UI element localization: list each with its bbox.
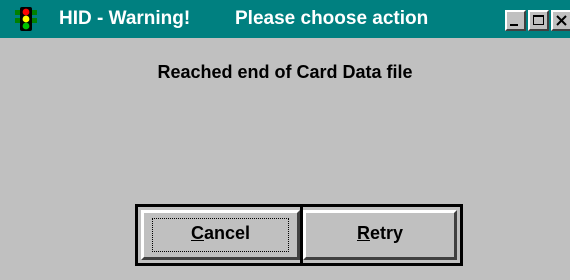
button-group-inner: Cancel Retry — [138, 207, 460, 263]
warning-dialog-window: HID - Warning! Please choose action Reac… — [0, 0, 570, 280]
maximize-icon — [533, 15, 544, 25]
minimize-icon — [510, 24, 518, 26]
close-button[interactable] — [551, 10, 570, 31]
cancel-button[interactable]: Cancel — [141, 210, 300, 260]
dialog-message: Reached end of Card Data file — [157, 62, 413, 82]
traffic-light-icon — [15, 7, 37, 31]
retry-button-label: Retry — [306, 223, 454, 244]
maximize-button[interactable] — [528, 10, 549, 31]
cancel-mnemonic: C — [190, 223, 204, 243]
retry-mnemonic: R — [356, 223, 370, 243]
window-title: HID - Warning! — [59, 8, 191, 29]
title-bar[interactable]: HID - Warning! Please choose action — [0, 0, 570, 38]
minimize-button[interactable] — [505, 10, 526, 31]
cancel-label-rest: ancel — [203, 223, 251, 243]
retry-button[interactable]: Retry — [303, 210, 457, 260]
close-icon — [556, 15, 567, 26]
button-group: Cancel Retry — [135, 204, 463, 266]
window-subtitle: Please choose action — [235, 8, 429, 29]
retry-label-rest: etry — [369, 223, 404, 243]
cancel-button-label: Cancel — [144, 223, 297, 244]
